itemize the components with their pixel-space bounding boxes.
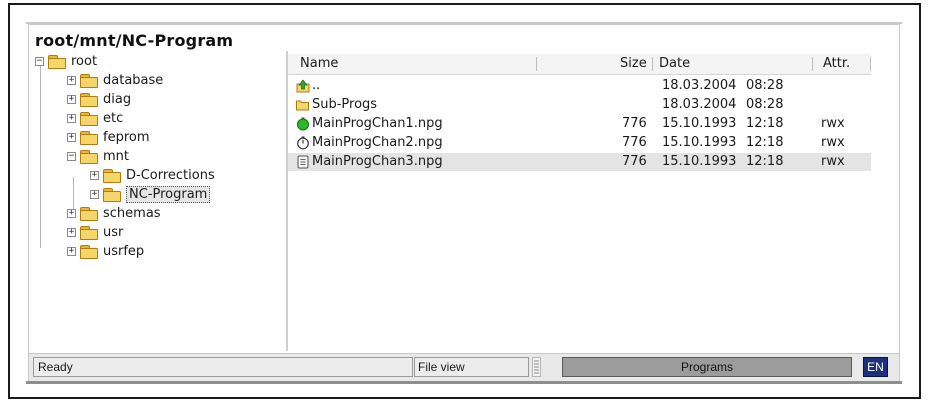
grip-handle[interactable] [532,357,541,377]
program-stopwatch-icon [297,136,309,150]
expand-icon[interactable]: + [90,189,99,199]
column-separator[interactable] [870,57,871,71]
tree-node-label-selected: NC-Program [126,185,211,203]
folder-icon [296,100,309,111]
tree-node-label: feprom [103,129,150,145]
grip-icon [534,360,539,374]
file-date: 18.03.2004 [662,78,737,93]
program-file-icon [297,155,309,169]
folder-icon [80,244,98,259]
file-time: 08:28 [746,97,784,112]
column-header-date[interactable]: Date [659,56,690,71]
file-row-mainprogchan1[interactable]: MainProgChan1.npg 776 15.10.1993 12:18 r… [288,115,871,133]
column-separator[interactable] [812,57,813,71]
tree-node-database[interactable]: + database [67,71,163,89]
file-row-parent[interactable]: .. 18.03.2004 08:28 [288,77,871,95]
folder-icon [80,92,98,107]
path-title: root/mnt/NC-Program [35,31,234,50]
column-separator[interactable] [652,57,653,71]
folder-icon [80,225,98,240]
tree-node-nc-program[interactable]: + NC-Program [90,185,211,203]
tree-node-mnt[interactable]: − mnt [67,147,129,165]
tree-node-root[interactable]: − root [35,52,97,70]
file-row-mainprogchan2[interactable]: MainProgChan2.npg 776 15.10.1993 12:18 r… [288,134,871,152]
file-size: 776 [622,154,647,169]
program-active-icon [297,117,309,131]
file-attr: rwx [821,154,845,169]
file-time: 12:18 [746,116,784,131]
bottom-rule [26,381,902,384]
folder-icon [80,206,98,221]
expand-icon[interactable]: + [67,246,76,256]
column-header-attr[interactable]: Attr. [823,56,850,71]
collapse-icon[interactable]: − [35,56,44,66]
file-name: MainProgChan1.npg [312,116,443,131]
expand-icon[interactable]: + [67,227,76,237]
list-header: Name Size Date Attr. [288,54,871,75]
file-time: 08:28 [746,78,784,93]
tree-node-diag[interactable]: + diag [67,90,131,108]
file-name: MainProgChan3.npg [312,154,443,169]
file-time: 12:18 [746,154,784,169]
tree-node-schemas[interactable]: + schemas [67,204,161,222]
folder-icon [103,168,121,183]
up-folder-icon [296,79,310,93]
folder-icon [80,149,98,164]
file-manager-window: root/mnt/NC-Program − root + database + … [28,24,900,381]
file-attr: rwx [821,135,845,150]
expand-icon[interactable]: + [67,113,76,123]
file-date: 18.03.2004 [662,97,737,112]
file-date: 15.10.1993 [662,116,737,131]
column-header-name[interactable]: Name [300,56,338,71]
folder-tree[interactable]: − root + database + diag + etc + feprom … [29,51,284,351]
tree-node-label: usr [103,224,124,240]
tree-node-label: database [103,72,164,88]
file-date: 15.10.1993 [662,154,737,169]
folder-icon [103,187,121,202]
tree-node-label: diag [103,91,132,107]
tree-node-label: etc [103,110,124,126]
folder-icon [80,111,98,126]
tree-node-usr[interactable]: + usr [67,223,123,241]
file-attr: rwx [821,116,845,131]
column-separator[interactable] [536,57,537,71]
expand-icon[interactable]: + [67,94,76,104]
tree-node-label: schemas [103,205,161,221]
file-name: Sub-Progs [312,97,378,112]
expand-icon[interactable]: + [67,75,76,85]
status-ready: Ready [33,357,413,377]
collapse-icon[interactable]: − [67,151,76,161]
tree-node-etc[interactable]: + etc [67,109,123,127]
language-button[interactable]: EN [863,357,888,377]
folder-icon [80,130,98,145]
tree-node-label: root [71,53,98,69]
expand-icon[interactable]: + [67,132,76,142]
file-name: MainProgChan2.npg [312,135,443,150]
tree-guide [40,64,41,248]
status-bar: Ready File view Programs EN [29,353,899,381]
programs-button[interactable]: Programs [562,357,852,377]
expand-icon[interactable]: + [90,170,99,180]
tree-node-label: D-Corrections [126,167,215,183]
tree-node-d-corrections[interactable]: + D-Corrections [90,166,215,184]
view-mode-field[interactable]: File view [414,357,529,377]
tree-node-label: usrfep [103,243,145,259]
file-row-mainprogchan3[interactable]: MainProgChan3.npg 776 15.10.1993 12:18 r… [288,153,871,171]
folder-icon [48,54,66,69]
expand-icon[interactable]: + [67,208,76,218]
tree-node-usrfep[interactable]: + usrfep [67,242,144,260]
file-name: .. [312,78,321,93]
file-size: 776 [622,135,647,150]
column-header-size[interactable]: Size [620,56,647,71]
file-size: 776 [622,116,647,131]
tree-node-label: mnt [103,148,129,164]
file-list[interactable]: Name Size Date Attr. .. 18.03.2004 08:28 [288,51,899,351]
file-date: 15.10.1993 [662,135,737,150]
tree-node-feprom[interactable]: + feprom [67,128,150,146]
file-time: 12:18 [746,135,784,150]
file-row-sub-progs[interactable]: Sub-Progs 18.03.2004 08:28 [288,96,871,114]
folder-icon [80,73,98,88]
